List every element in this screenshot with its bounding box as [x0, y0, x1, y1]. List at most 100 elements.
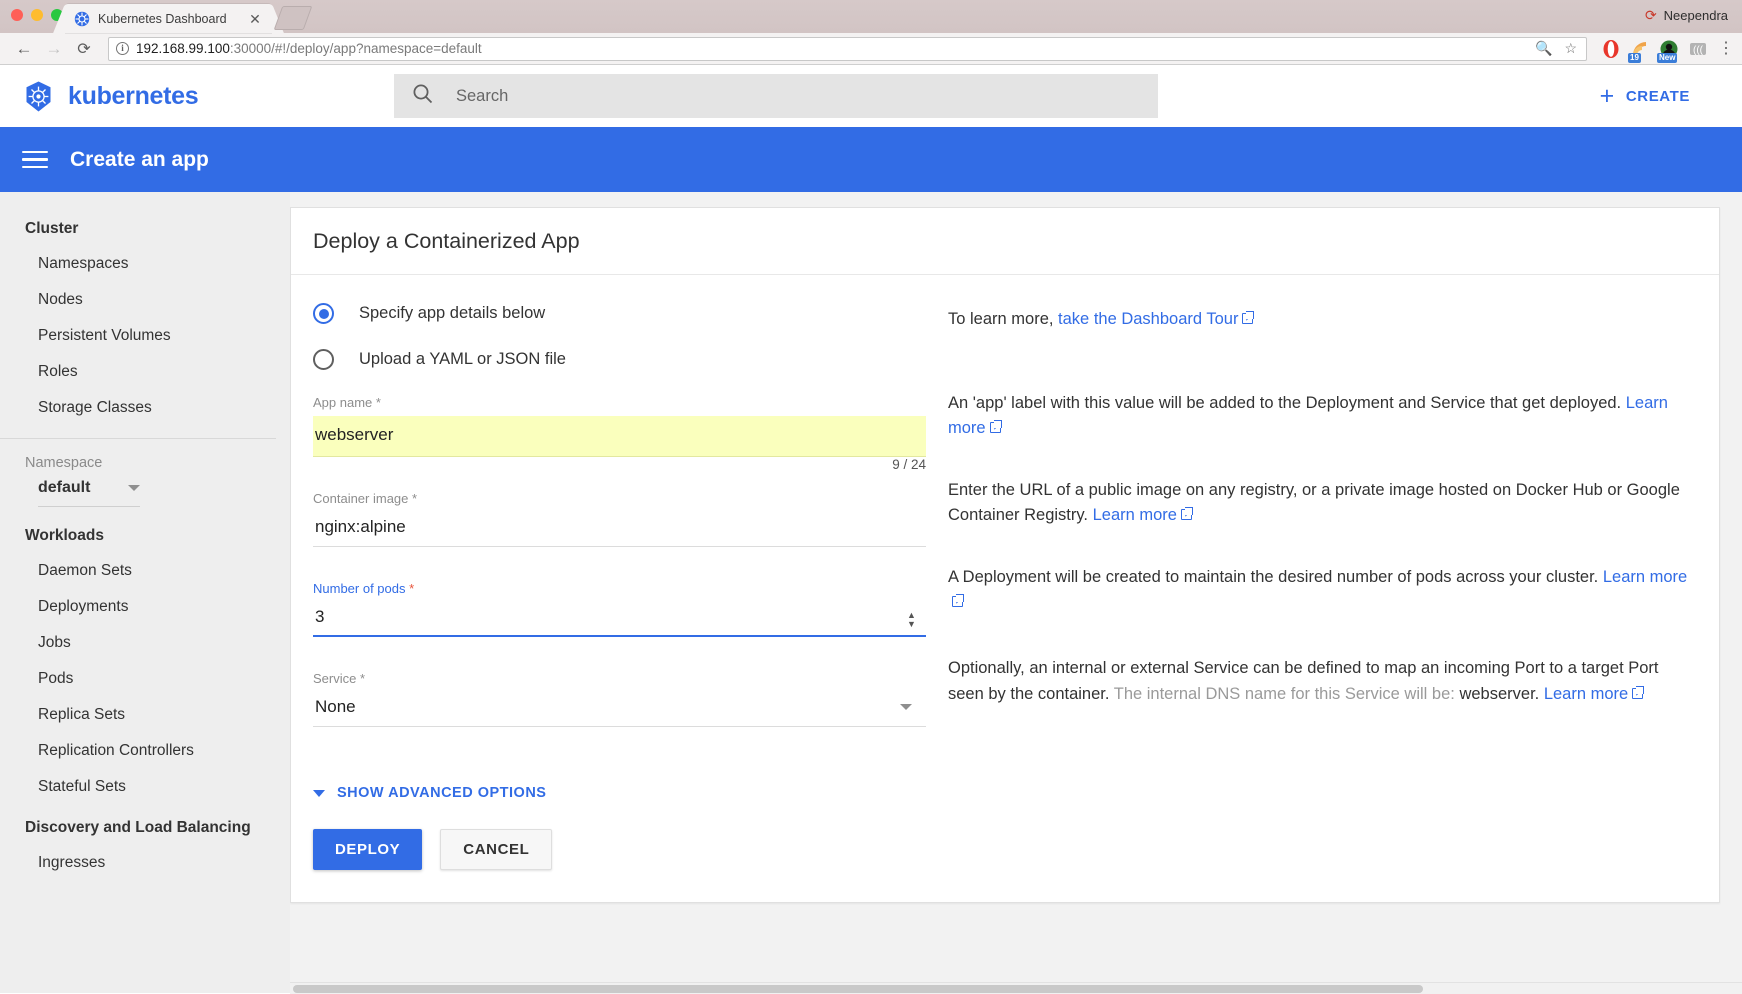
sidebar-item-roles[interactable]: Roles — [0, 354, 290, 390]
sidebar-item-ingresses[interactable]: Ingresses — [0, 845, 290, 881]
container-image-input[interactable]: nginx:alpine — [313, 512, 926, 547]
external-link-icon — [952, 596, 963, 607]
brackets-extension-icon[interactable]: ((( — [1688, 39, 1708, 59]
page-title: Create an app — [70, 148, 209, 172]
opera-extension-icon[interactable] — [1601, 39, 1621, 59]
radio-upload-file[interactable]: Upload a YAML or JSON file — [313, 349, 926, 370]
reload-icon[interactable]: ⟳ — [70, 36, 98, 62]
back-arrow-icon[interactable]: ← — [10, 36, 38, 62]
create-button[interactable]: + CREATE — [1600, 84, 1720, 109]
sidebar-section-discovery: Discovery and Load Balancing — [0, 805, 290, 845]
address-bar[interactable]: i 192.168.99.100:30000/#!/deploy/app?nam… — [108, 37, 1587, 61]
page-info-icon[interactable]: i — [116, 42, 129, 55]
field-label-container-image: Container image * — [313, 491, 926, 506]
hamburger-menu-icon[interactable] — [22, 151, 48, 169]
sidebar-item-replica-sets[interactable]: Replica Sets — [0, 697, 290, 733]
help-pods-text: A Deployment will be created to maintain… — [948, 568, 1603, 586]
deploy-form: Specify app details below Upload a YAML … — [291, 303, 926, 749]
cancel-button[interactable]: CANCEL — [440, 829, 552, 870]
help-service: Optionally, an internal or external Serv… — [948, 656, 1689, 707]
help-panel: To learn more, take the Dashboard Tour A… — [926, 303, 1719, 749]
kubernetes-dashboard: kubernetes Search + CREATE Create an app… — [0, 65, 1742, 993]
browser-chrome: Kubernetes Dashboard ✕ ⟳ Neependra ← → ⟳… — [0, 0, 1742, 65]
card-title: Deploy a Containerized App — [313, 229, 1719, 254]
search-input[interactable]: Search — [394, 74, 1158, 118]
brand-logo[interactable]: kubernetes — [22, 80, 394, 113]
help-app-name: An 'app' label with this value will be a… — [948, 391, 1689, 442]
radio-icon-checked[interactable] — [313, 303, 334, 324]
help-app-name-text: An 'app' label with this value will be a… — [948, 394, 1626, 412]
learn-more-link-service[interactable]: Learn more — [1544, 685, 1628, 703]
help-tour: To learn more, take the Dashboard Tour — [948, 307, 1689, 333]
dashboard-tour-link[interactable]: take the Dashboard Tour — [1058, 310, 1238, 328]
feed-extension-icon[interactable]: 19 — [1630, 39, 1650, 59]
radio-specify-details[interactable]: Specify app details below — [313, 303, 926, 324]
browser-toolbar: ← → ⟳ i 192.168.99.100:30000/#!/deploy/a… — [0, 33, 1742, 65]
profile-chip[interactable]: ⟳ Neependra — [1645, 7, 1728, 24]
profile-name: Neependra — [1664, 8, 1728, 23]
external-link-icon — [1632, 688, 1643, 699]
sidebar-item-stateful-sets[interactable]: Stateful Sets — [0, 769, 290, 805]
close-window-button[interactable] — [11, 9, 23, 21]
sidebar-item-persistent-volumes[interactable]: Persistent Volumes — [0, 318, 290, 354]
radio-icon-unchecked[interactable] — [313, 349, 334, 370]
namespace-label: Namespace — [0, 439, 290, 475]
content-area: Deploy a Containerized App Specify app d… — [290, 192, 1742, 993]
sidebar-section-cluster: Cluster — [0, 212, 290, 246]
field-label-number-of-pods: Number of pods * — [313, 581, 926, 596]
close-icon[interactable]: ✕ — [247, 11, 263, 27]
minimize-window-button[interactable] — [31, 9, 43, 21]
card-body: Specify app details below Upload a YAML … — [291, 275, 1719, 749]
field-label-service: Service * — [313, 671, 926, 686]
scrollbar-thumb[interactable] — [293, 985, 1423, 993]
help-service-muted: The internal DNS name for this Service w… — [1114, 685, 1460, 703]
learn-more-link-container-image[interactable]: Learn more — [1093, 506, 1177, 524]
service-select[interactable]: None — [313, 692, 926, 727]
sidebar-item-storage-classes[interactable]: Storage Classes — [0, 390, 290, 426]
sidebar-item-replication-controllers[interactable]: Replication Controllers — [0, 733, 290, 769]
help-service-suffix: . — [1535, 685, 1544, 703]
show-advanced-options-toggle[interactable]: SHOW ADVANCED OPTIONS — [313, 785, 1719, 801]
learn-more-link-pods[interactable]: Learn more — [1603, 568, 1687, 586]
field-app-name: App name * webserver 9 / 24 — [313, 395, 926, 457]
service-select-value: None — [315, 697, 356, 717]
required-mark: * — [412, 491, 417, 506]
sidebar-item-daemon-sets[interactable]: Daemon Sets — [0, 553, 290, 589]
field-label-app-name: App name * — [313, 395, 926, 410]
kubernetes-helm-logo — [22, 80, 55, 113]
extension-bar: 19 New ((( — [1601, 39, 1708, 59]
deploy-button[interactable]: DEPLOY — [313, 829, 422, 870]
window-controls[interactable] — [11, 9, 63, 21]
browser-tab[interactable]: Kubernetes Dashboard ✕ — [66, 4, 271, 33]
number-stepper[interactable]: ▲ ▼ — [905, 611, 918, 629]
sidebar-item-namespaces[interactable]: Namespaces — [0, 246, 290, 282]
radio-label-upload: Upload a YAML or JSON file — [359, 350, 566, 369]
required-mark: * — [409, 581, 414, 596]
sidebar-item-deployments[interactable]: Deployments — [0, 589, 290, 625]
spinner-down-icon[interactable]: ▼ — [907, 620, 916, 629]
new-tab-icon[interactable] — [274, 6, 313, 30]
plus-icon: + — [1600, 84, 1615, 109]
sidebar-item-jobs[interactable]: Jobs — [0, 625, 290, 661]
help-pods: A Deployment will be created to maintain… — [948, 565, 1689, 616]
sidebar-section-workloads: Workloads — [0, 507, 290, 553]
three-dot-menu-icon[interactable]: ⋮ — [1718, 41, 1732, 57]
number-of-pods-input[interactable]: 3 — [313, 602, 926, 637]
sidebar-item-pods[interactable]: Pods — [0, 661, 290, 697]
zoom-icon[interactable]: 🔍 — [1535, 40, 1552, 57]
tab-title: Kubernetes Dashboard — [98, 12, 247, 26]
external-link-icon — [1242, 313, 1253, 324]
app-name-input[interactable]: webserver — [313, 416, 926, 457]
horizontal-scrollbar[interactable] — [290, 982, 1742, 994]
search-placeholder: Search — [456, 87, 508, 106]
field-container-image: Container image * nginx:alpine — [313, 491, 926, 547]
url-path: :30000/#!/deploy/app?namespace=default — [230, 41, 482, 56]
page-toolbar: Create an app — [0, 127, 1742, 192]
star-icon[interactable]: ☆ — [1564, 40, 1577, 57]
create-button-label: CREATE — [1626, 88, 1690, 105]
required-mark: * — [360, 671, 365, 686]
avatar-extension-icon[interactable]: New — [1659, 39, 1679, 59]
namespace-select[interactable]: default — [38, 479, 140, 507]
sync-error-icon: ⟳ — [1645, 7, 1657, 24]
sidebar-item-nodes[interactable]: Nodes — [0, 282, 290, 318]
